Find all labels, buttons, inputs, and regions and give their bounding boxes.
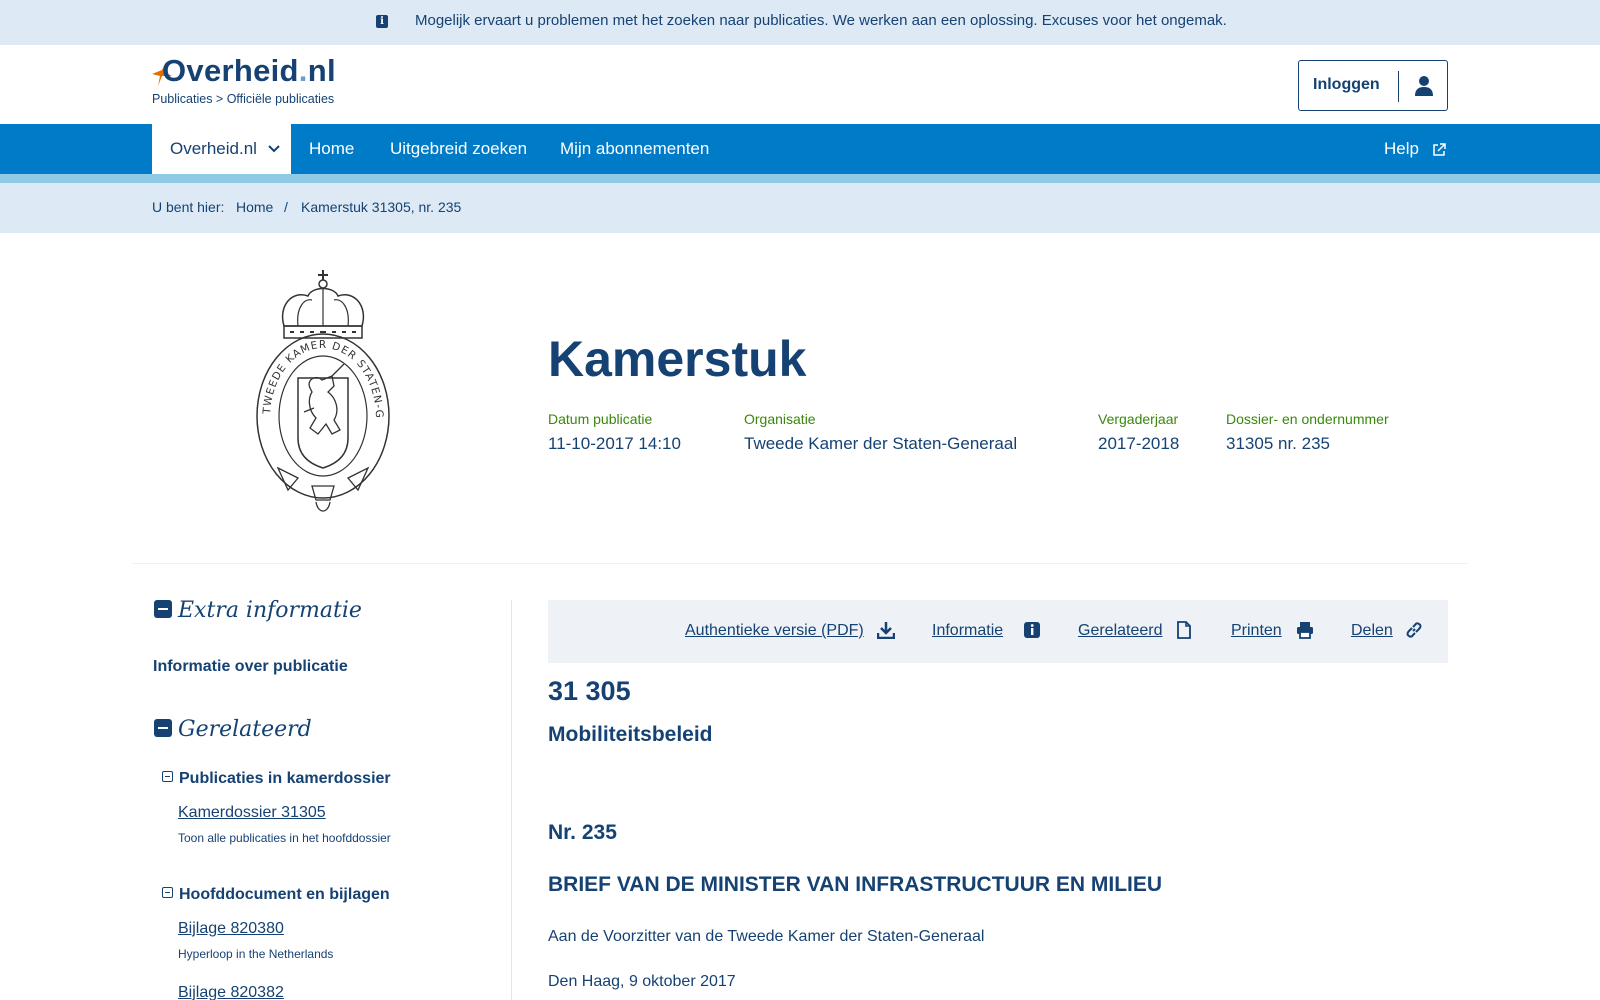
dossier-number: 31 305: [548, 676, 631, 706]
gerelateerd-link[interactable]: Gerelateerd: [1078, 622, 1163, 640]
notice-text: Mogelijk ervaart u problemen met het zoe…: [415, 12, 1227, 29]
extra-informatie-heading: Extra informatie: [178, 598, 362, 623]
publicaties-in-kamerdossier-toggle[interactable]: Publicaties in kamerdossier: [162, 770, 391, 788]
info-icon: i: [376, 15, 388, 28]
collapse-small-icon: [162, 771, 173, 783]
notice-bar: i Mogelijk ervaart u problemen met het z…: [0, 0, 1600, 45]
delen-link[interactable]: Delen: [1351, 622, 1393, 640]
breadcrumb-home[interactable]: Home: [236, 199, 273, 215]
logo-dot: .: [298, 53, 308, 88]
kamerdossier-note: Toon alle publicaties in het hoofddossie…: [178, 831, 391, 845]
document-nr: Nr. 235: [548, 821, 617, 844]
info-icon[interactable]: [1023, 621, 1041, 639]
meta-label-datum: Datum publicatie: [548, 411, 653, 427]
meta-value-dossier: 31305 nr. 235: [1226, 434, 1330, 453]
meta-value-vergaderjaar: 2017-2018: [1098, 434, 1180, 453]
nav-accent-strip: [0, 174, 1600, 183]
authentieke-versie-link[interactable]: Authentieke versie (PDF): [685, 622, 864, 640]
bijlage-820382-link[interactable]: Bijlage 820382: [178, 984, 284, 1000]
chevron-down-icon: [268, 145, 280, 153]
group-title: Publicaties in kamerdossier: [179, 770, 391, 787]
bijlage-820380-link[interactable]: Bijlage 820380: [178, 920, 284, 938]
dossier-subject: Mobiliteitsbeleid: [548, 723, 713, 746]
breadcrumb-current: Kamerstuk 31305, nr. 235: [301, 199, 462, 215]
login-label: Inloggen: [1313, 76, 1380, 93]
logo-tld: nl: [307, 53, 336, 88]
nav-item-home[interactable]: Home: [309, 124, 354, 174]
document-toolbar: Authentieke versie (PDF) Informatie Gere…: [548, 600, 1448, 663]
section-divider: [133, 563, 1468, 564]
help-label: Help: [1384, 139, 1419, 158]
nav-active-label: Overheid.nl: [170, 139, 257, 158]
breadcrumb-separator: /: [284, 199, 288, 215]
hoofddocument-en-bijlagen-toggle[interactable]: Hoofddocument en bijlagen: [162, 886, 390, 904]
nav-item-help[interactable]: Help: [1384, 124, 1446, 174]
meta-label-vergaderjaar: Vergaderjaar: [1098, 411, 1179, 427]
meta-value-datum: 11-10-2017 14:10: [548, 434, 681, 453]
sidebar-divider: [511, 600, 512, 1000]
breadcrumb: U bent hier: Home / Kamerstuk 31305, nr.…: [0, 183, 1600, 233]
group-title: Hoofddocument en bijlagen: [179, 886, 390, 903]
meta-value-organisatie: Tweede Kamer der Staten-Generaal: [744, 434, 1018, 453]
tweede-kamer-seal: TWEEDE KAMER DER STATEN-GENERAAL: [248, 268, 390, 512]
printen-link[interactable]: Printen: [1231, 622, 1282, 640]
page-title: Kamerstuk: [548, 331, 807, 387]
login-button[interactable]: Inloggen: [1298, 60, 1448, 111]
collapse-icon: [154, 600, 172, 618]
breadcrumb-prefix: U bent hier:: [152, 199, 225, 215]
gerelateerd-heading: Gerelateerd: [178, 717, 312, 742]
login-separator: [1398, 71, 1399, 102]
user-icon: [1415, 76, 1433, 96]
document-addressee: Aan de Voorzitter van de Tweede Kamer de…: [548, 928, 985, 945]
nav-item-mijn-abonnementen[interactable]: Mijn abonnementen: [560, 124, 709, 174]
meta-label-dossier: Dossier- en ondernummer: [1226, 411, 1389, 427]
external-link-icon: [1432, 142, 1446, 156]
logo[interactable]: Overheid.nl: [152, 53, 336, 89]
logo-subtitle: Publicaties > Officiële publicaties: [152, 92, 335, 106]
extra-informatie-toggle[interactable]: Extra informatie: [154, 598, 362, 623]
document-heading: BRIEF VAN DE MINISTER VAN INFRASTRUCTUUR…: [548, 873, 1163, 896]
download-icon[interactable]: [877, 621, 895, 639]
informatie-link[interactable]: Informatie: [932, 622, 1003, 640]
printer-icon[interactable]: [1296, 621, 1314, 639]
informatie-over-publicatie-link[interactable]: Informatie over publicatie: [153, 658, 348, 676]
document-place-date: Den Haag, 9 oktober 2017: [548, 973, 736, 990]
kamerdossier-link[interactable]: Kamerdossier 31305: [178, 804, 326, 822]
main-nav: Overheid.nl Home Uitgebreid zoeken Mijn …: [0, 124, 1600, 174]
collapse-small-icon: [162, 887, 173, 899]
document-icon[interactable]: [1175, 621, 1193, 639]
collapse-icon: [154, 719, 172, 737]
link-icon[interactable]: [1405, 621, 1423, 639]
gerelateerd-toggle[interactable]: Gerelateerd: [154, 717, 312, 742]
nav-item-overheid[interactable]: Overheid.nl: [152, 124, 291, 174]
bijlage-820380-note: Hyperloop in the Netherlands: [178, 947, 334, 961]
logo-main: Overheid: [162, 53, 299, 88]
nav-item-uitgebreid-zoeken[interactable]: Uitgebreid zoeken: [390, 124, 527, 174]
meta-label-organisatie: Organisatie: [744, 411, 816, 427]
